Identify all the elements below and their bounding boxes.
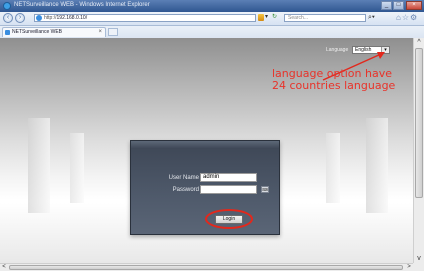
url-scheme: http:// [44, 15, 57, 21]
login-panel: User Name admin Password ⌨ Login [130, 140, 280, 235]
panel-header [131, 141, 279, 149]
scrollbar-corner [413, 263, 424, 271]
scroll-left-icon[interactable]: < [0, 264, 8, 271]
dropdown-icon[interactable]: ▾ [265, 14, 271, 21]
background-pillar [28, 118, 50, 213]
minimize-button[interactable]: _ [381, 1, 392, 10]
password-input[interactable] [200, 185, 257, 194]
horizontal-scroll-thumb[interactable] [9, 265, 403, 270]
annotation-line-2: 24 countries language [272, 79, 396, 92]
address-icons: ▾ ↻ [258, 14, 280, 22]
maximize-button[interactable]: □ [393, 1, 404, 10]
username-label: User Name [168, 175, 199, 181]
login-button[interactable]: Login [215, 215, 243, 224]
search-icon[interactable]: ⌕▾ [368, 14, 382, 22]
scroll-right-icon[interactable]: > [405, 264, 413, 271]
address-bar: ‹ › http://192.168.0.10/ ▾ ↻ Search... ⌕▾… [0, 12, 424, 26]
forward-arrow-icon[interactable]: › [15, 13, 25, 23]
url-host: 192.168.0.10/ [56, 15, 88, 21]
tab-close-icon[interactable]: × [98, 28, 102, 36]
background-pillar [70, 133, 84, 203]
scroll-up-icon[interactable]: ^ [414, 38, 424, 47]
page-content: Language English ▾ language option have … [0, 38, 413, 263]
ie-logo-icon [3, 2, 11, 10]
username-input[interactable]: admin [200, 173, 257, 182]
star-icon[interactable]: ☆ [402, 13, 410, 22]
background-pillar [366, 118, 388, 213]
title-bar: NETSurveillance WEB - Windows Internet E… [0, 0, 424, 12]
language-annotation: language option have 24 countries langua… [272, 68, 395, 92]
horizontal-scrollbar[interactable]: < > [0, 263, 413, 271]
vertical-scrollbar[interactable]: ^ v [413, 38, 424, 263]
tab-netsurveillance[interactable]: NETSurveillance WEB × [2, 27, 106, 37]
password-label: Password [172, 187, 199, 193]
gear-icon[interactable]: ⚙ [410, 13, 418, 22]
search-input[interactable]: Search... [284, 14, 366, 22]
keyboard-icon[interactable]: ⌨ [261, 186, 269, 193]
close-button[interactable]: × [406, 1, 422, 10]
vertical-scroll-thumb[interactable] [415, 48, 423, 198]
window-title: NETSurveillance WEB - Windows Internet E… [14, 2, 150, 8]
refresh-icon[interactable]: ↻ [272, 14, 278, 21]
background-pillar [326, 133, 340, 203]
back-arrow-icon[interactable]: ‹ [3, 13, 13, 23]
scroll-down-icon[interactable]: v [414, 254, 424, 263]
tab-label: NETSurveillance WEB [12, 29, 63, 35]
tab-favicon-icon [5, 30, 10, 35]
compatibility-icon[interactable] [258, 14, 264, 21]
browser-window: NETSurveillance WEB - Windows Internet E… [0, 0, 424, 271]
page-globe-icon [36, 15, 42, 21]
new-tab-button[interactable] [108, 28, 118, 36]
url-field[interactable]: http://192.168.0.10/ [34, 14, 256, 22]
